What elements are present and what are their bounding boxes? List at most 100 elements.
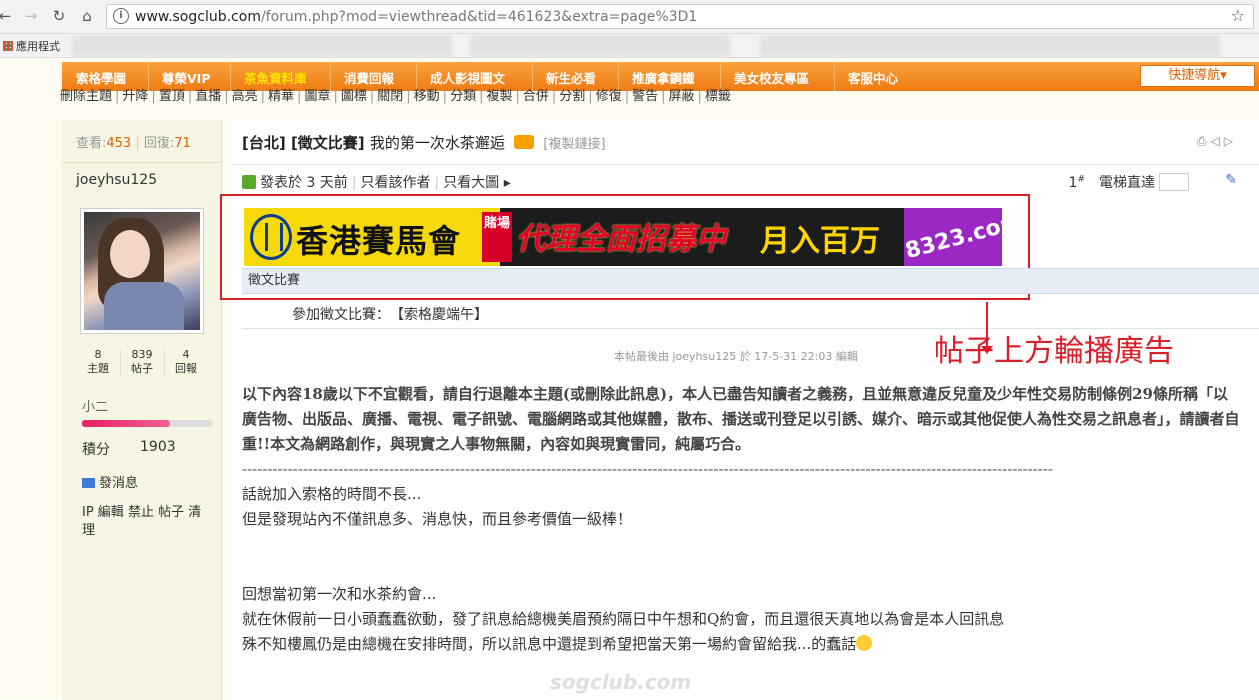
nav-newbie[interactable]: 新生必看 [546, 68, 596, 87]
nav-promote[interactable]: 推廣拿鋼鐵 [632, 68, 695, 87]
post-line: 回想當初第一次和水茶約會... [242, 585, 437, 603]
forward-icon[interactable]: → [22, 7, 40, 25]
credit-label: 積分 [82, 442, 110, 458]
digest-icon [514, 135, 535, 149]
mod-action[interactable]: 高亮 [232, 89, 258, 104]
mod-action[interactable]: 分類 [450, 89, 476, 104]
mod-action[interactable]: 圖章 [304, 89, 330, 104]
forum-page: 索格學園 尊榮VIP 茶魚資料庫 消費回報 成人影視圖文 新生必看 推廣拿鋼鐵 … [0, 58, 1259, 700]
mod-action[interactable]: 圖標 [341, 89, 367, 104]
post-line: 但是發現站內不僅訊息多、消息快，而且參考價值一級棒！ [242, 510, 633, 528]
avatar[interactable] [80, 208, 204, 334]
edit-note: 本帖最後由 joeyhsu125 於 17-5-31 22:03 編輯 [614, 350, 858, 363]
nav-academy[interactable]: 索格學園 [76, 68, 126, 87]
nav-adult-media[interactable]: 成人影視圖文 [430, 68, 505, 87]
post-time: 發表於 3 天前 [260, 175, 348, 191]
main-nav: 索格學園 尊榮VIP 茶魚資料庫 消費回報 成人影視圖文 新生必看 推廣拿鋼鐵 … [62, 62, 1259, 91]
mod-action[interactable]: 標籤 [705, 89, 731, 104]
credit-value: 1903 [140, 439, 176, 455]
admin-links[interactable]: IP 編輯 禁止 帖子 清理 [82, 504, 212, 540]
triangle-icon: ▸ [503, 175, 511, 191]
mod-action[interactable]: 刪除主題 [60, 89, 112, 104]
contest-line: 參加徵文比賽： 【索格慶端午】 [292, 307, 488, 323]
mod-action[interactable]: 關閉 [377, 89, 403, 104]
moderator-toolbar: 刪除主題 | 升降 | 置頂 | 直播 | 高亮 | 精華 | 圖章 | 圖標 | 關閉 | 移動 | 分類 | 複製 | 合併… [60, 89, 731, 104]
user-stat-topics[interactable]: 8 主題 [78, 348, 118, 376]
ad-headline: 代理全面招募中 [516, 222, 726, 257]
region-link[interactable]: [台北] [242, 134, 286, 152]
home-icon[interactable]: ⌂ [78, 7, 96, 25]
address-bar[interactable]: i www.sogclub.com/forum.php?mod=viewthre… [106, 4, 1254, 29]
jockey-club-logo [250, 214, 292, 260]
user-stat-posts[interactable]: 839 帖子 [122, 348, 162, 376]
rank-progress-bar [82, 420, 212, 427]
post-line: 就在休假前一日小頭蠢蠢欲動，發了訊息給總機美眉預約隔日中午想和Q約會，而且還很天… [242, 610, 1005, 628]
annotation-label: 帖子上方輪播廣告 [934, 334, 1174, 369]
user-stat-reports[interactable]: 4 回報 [166, 348, 206, 376]
mod-action[interactable]: 修復 [596, 89, 622, 104]
elevator-label: 電梯直達 [1099, 175, 1155, 191]
post-line: 話說加入索格的時間不長... [242, 485, 422, 503]
apps-grid-icon[interactable] [3, 41, 13, 51]
quick-nav-dropdown[interactable]: 快捷導航▾ [1140, 65, 1255, 87]
blurred-bookmarks-3 [760, 36, 1220, 56]
avatar-image [84, 212, 200, 330]
post-main: [台北] [徵文比賽] 我的第一次水茶邂逅 [複製鏈接] ⎙◁▷ 發表於 3 天… [220, 120, 1259, 700]
mod-action[interactable]: 分割 [559, 89, 585, 104]
mod-action[interactable]: 合併 [523, 89, 549, 104]
nav-alumni[interactable]: 美女校友專區 [734, 68, 809, 87]
send-message-link[interactable]: 發消息 [82, 472, 138, 491]
nav-support[interactable]: 客服中心 [848, 68, 898, 87]
floor-jump-input[interactable] [1159, 173, 1189, 191]
prev-thread-icon[interactable]: ◁ [1211, 134, 1224, 148]
nav-vip[interactable]: 尊榮VIP [162, 68, 211, 87]
tag-bar[interactable]: 徵文比賽 [242, 268, 1259, 294]
ad-banner[interactable]: 香港賽馬會 賭場 代理全面招募中 月入百万 8323.com [244, 208, 1002, 266]
bookmarks-bar: 應用程式 [0, 34, 1259, 58]
back-icon[interactable]: ← [0, 7, 14, 25]
smiley-icon [856, 635, 873, 651]
title-tools: ⎙◁▷ [1197, 134, 1237, 149]
mod-action[interactable]: 直播 [195, 89, 221, 104]
category-link[interactable]: [徵文比賽] [291, 134, 365, 152]
mod-action[interactable]: 精華 [268, 89, 294, 104]
watermark: sogclub.com [550, 670, 692, 694]
author-sidebar: 查看:453 | 回復:71 joeyhsu125 8 主題 839 帖子 4 回報 … [62, 120, 222, 700]
thread-stats: 查看:453 | 回復:71 [76, 136, 191, 151]
only-author-link[interactable]: 只看該作者 [361, 175, 431, 191]
mod-action[interactable]: 警告 [632, 89, 658, 104]
ad-subline: 月入百万 [760, 224, 880, 259]
reload-icon[interactable]: ↻ [50, 7, 68, 25]
floor-indicator: 1# 電梯直達 [1069, 172, 1189, 192]
mod-action[interactable]: 屏蔽 [669, 89, 695, 104]
rank-progress-fill [82, 420, 171, 427]
author-link[interactable]: joeyhsu125 [76, 172, 157, 188]
blurred-bookmarks [72, 36, 452, 56]
ad-url: 8323.com [902, 208, 1002, 266]
copy-link[interactable]: [複製鏈接] [543, 137, 605, 152]
mod-action[interactable]: 移動 [414, 89, 440, 104]
info-icon[interactable]: i [113, 8, 129, 24]
next-thread-icon[interactable]: ▷ [1224, 134, 1237, 148]
post-body: 以下內容18歲以下不宜觀看，請自行退離本主題(或刪除此訊息)，本人已盡告知讀者之… [242, 382, 1242, 657]
mod-action[interactable]: 升降 [122, 89, 148, 104]
bookmark-star-icon[interactable]: ☆ [1231, 6, 1245, 25]
wrench-icon[interactable]: ✎ [1225, 172, 1237, 188]
nav-database[interactable]: 茶魚資料庫 [244, 68, 307, 87]
post-line-with-smiley: 殊不知樓鳳仍是由總機在安排時間，所以訊息中還提到希望把當天第一場約會留給我...… [242, 632, 1242, 657]
nav-reports[interactable]: 消費回報 [344, 68, 394, 87]
title-text: 我的第一次水茶邂逅 [369, 134, 505, 152]
mod-action[interactable]: 複製 [486, 89, 512, 104]
url-text: www.sogclub.com/forum.php?mod=viewthread… [135, 9, 698, 25]
print-icon[interactable]: ⎙ [1197, 134, 1211, 148]
age-warning: 以下內容18歲以下不宜觀看，請自行退離本主題(或刪除此訊息)，本人已盡告知讀者之… [242, 385, 1240, 453]
browser-toolbar: ← → ↻ ⌂ i www.sogclub.com/forum.php?mod=… [0, 0, 1259, 34]
mail-icon [82, 478, 95, 488]
user-stats: 8 主題 839 帖子 4 回報 [78, 348, 208, 380]
mod-action[interactable]: 置頂 [159, 89, 185, 104]
post-meta: 發表於 3 天前 | 只看該作者 | 只看大圖 ▸ [242, 172, 511, 192]
apps-link[interactable]: 應用程式 [16, 38, 60, 54]
blurred-bookmarks-2 [470, 36, 730, 56]
ad-tag: 賭場 [482, 212, 512, 262]
big-image-link[interactable]: 只看大圖 [443, 175, 499, 191]
